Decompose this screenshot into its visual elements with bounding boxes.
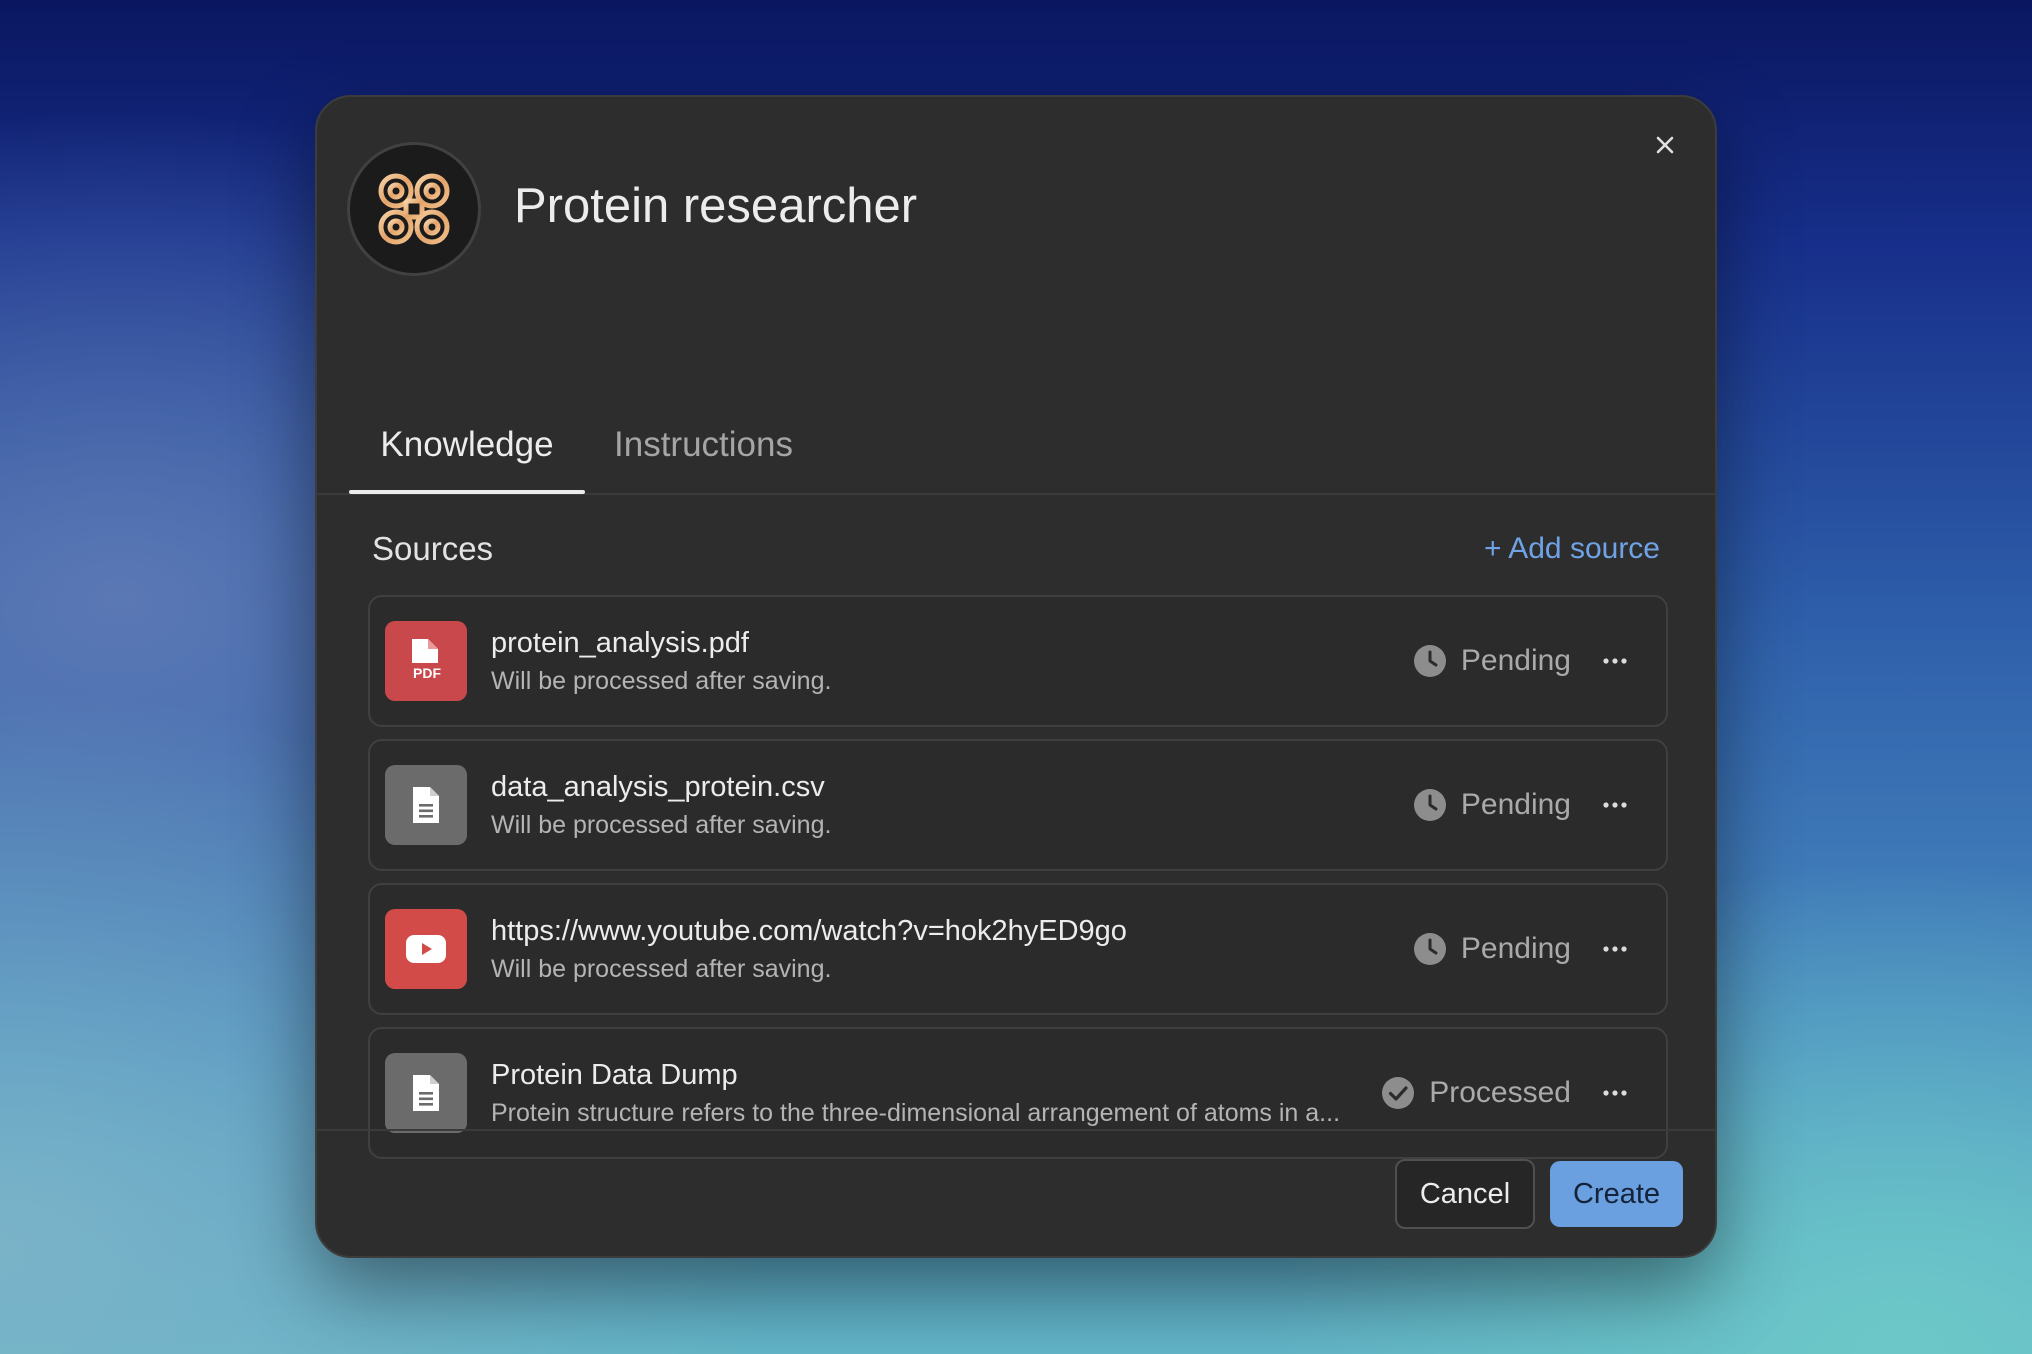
document-icon [385,1053,467,1133]
close-button[interactable] [1645,125,1685,165]
check-circle-icon [1381,1076,1415,1110]
clock-icon [1413,932,1447,966]
status-label: Pending [1460,644,1571,677]
looped-square-icon [378,173,450,245]
ellipsis-icon [1603,802,1627,808]
status-indicator: Pending [1413,597,1571,725]
document-icon [385,765,467,845]
status-indicator: Pending [1413,741,1571,869]
pdf-file-icon: PDF [385,621,467,701]
svg-text:PDF: PDF [413,665,441,681]
tab-instructions[interactable]: Instructions [614,397,793,493]
status-label: Processed [1429,1076,1571,1109]
source-title: data_analysis_protein.csv [491,771,825,803]
more-options-button[interactable] [1600,934,1630,964]
ellipsis-icon [1603,658,1627,664]
source-subtitle: Will be processed after saving. [491,811,832,839]
source-title: https://www.youtube.com/watch?v=hok2hyED… [491,915,1127,947]
source-item[interactable]: data_analysis_protein.csv Will be proces… [368,739,1668,871]
source-item[interactable]: PDF protein_analysis.pdf Will be process… [368,595,1668,727]
more-options-button[interactable] [1600,1078,1630,1108]
create-button[interactable]: Create [1550,1161,1683,1227]
status-indicator: Pending [1413,885,1571,1013]
youtube-icon [385,909,467,989]
source-title: protein_analysis.pdf [491,627,749,659]
tab-knowledge[interactable]: Knowledge [349,397,585,494]
source-subtitle: Will be processed after saving. [491,955,832,983]
source-subtitle: Will be processed after saving. [491,667,832,695]
cancel-button[interactable]: Cancel [1395,1159,1535,1229]
ellipsis-icon [1603,1090,1627,1096]
source-subtitle: Protein structure refers to the three-di… [491,1099,1341,1127]
tab-bar: Knowledge Instructions [317,397,1715,495]
dialog-title: Protein researcher [514,179,918,233]
sources-heading: Sources [372,530,494,567]
dialog-footer: Cancel Create [317,1129,1715,1258]
status-label: Pending [1460,932,1571,965]
close-icon [1656,136,1674,154]
status-label: Pending [1460,788,1571,821]
create-assistant-dialog: Protein researcher Knowledge Instruction… [315,95,1717,1258]
add-source-button[interactable]: + Add source [1484,532,1660,566]
source-title: Protein Data Dump [491,1059,738,1091]
source-item[interactable]: https://www.youtube.com/watch?v=hok2hyED… [368,883,1668,1015]
more-options-button[interactable] [1600,790,1630,820]
more-options-button[interactable] [1600,646,1630,676]
assistant-avatar[interactable] [347,142,481,276]
clock-icon [1413,644,1447,678]
clock-icon [1413,788,1447,822]
ellipsis-icon [1603,946,1627,952]
